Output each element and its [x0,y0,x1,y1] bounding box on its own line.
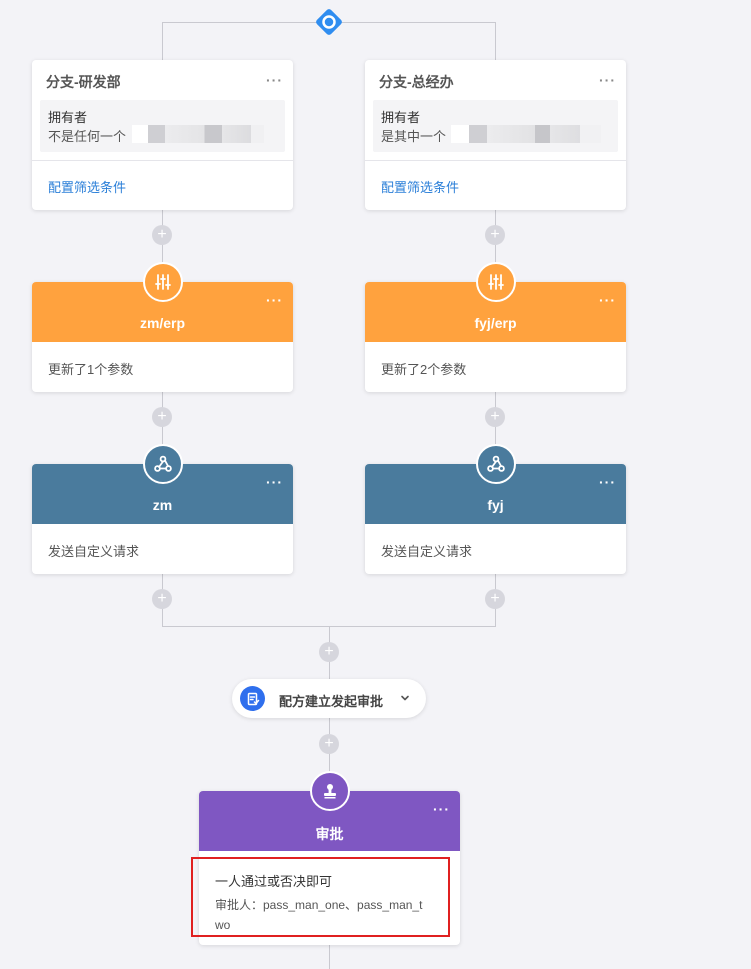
form-document-icon [240,686,265,711]
highlight-annotation [191,857,450,937]
more-options-button[interactable]: ··· [266,475,283,489]
trigger-node-pill[interactable]: 配方建立发起审批 [232,679,426,718]
stamp-icon [310,771,350,811]
webhook-icon [476,444,516,484]
node-title: zm [152,497,173,513]
divider [365,160,626,161]
divider [32,160,293,161]
condition-diamond-icon[interactable] [315,8,343,36]
add-node-button[interactable]: + [152,589,172,609]
node-title: fyj [487,497,504,513]
node-title: zm/erp [139,315,186,331]
add-node-button[interactable]: + [485,225,505,245]
add-node-button[interactable]: + [319,734,339,754]
trigger-label: 配方建立发起审批 [279,694,384,709]
left-branch-top-line [162,22,163,60]
branch-condition-card[interactable]: 分支-研发部 ··· 拥有者 不是任何一个 配置筛选条件 [32,60,293,210]
condition-summary: 拥有者 是其中一个 [373,100,618,152]
condition-operator: 不是任何一个 [48,129,127,144]
more-options-button[interactable]: ··· [599,475,616,489]
more-options-button[interactable]: ··· [433,802,450,816]
add-node-button[interactable]: + [152,407,172,427]
more-options-button[interactable]: ··· [266,73,283,87]
node-summary: 更新了1个参数 [48,362,134,377]
condition-field-label: 拥有者 [48,110,88,125]
redacted-value [132,125,264,143]
condition-summary: 拥有者 不是任何一个 [40,100,285,152]
node-summary: 更新了2个参数 [381,362,467,377]
node-title: fyj/erp [474,315,517,331]
branch-title: 分支-研发部 [46,74,121,90]
right-branch-top-line [495,22,496,60]
more-options-button[interactable]: ··· [599,293,616,307]
more-options-button[interactable]: ··· [599,73,616,87]
add-node-button[interactable]: + [485,589,505,609]
add-node-button[interactable]: + [152,225,172,245]
branch-condition-card[interactable]: 分支-总经办 ··· 拥有者 是其中一个 配置筛选条件 [365,60,626,210]
condition-operator: 是其中一个 [381,129,447,144]
sliders-icon [143,262,183,302]
webhook-icon [143,444,183,484]
condition-field-label: 拥有者 [381,110,421,125]
configure-filter-link[interactable]: 配置筛选条件 [48,177,126,196]
add-node-button[interactable]: + [319,642,339,662]
node-summary: 发送自定义请求 [48,544,140,559]
more-options-button[interactable]: ··· [266,293,283,307]
node-summary: 发送自定义请求 [381,544,473,559]
add-node-button[interactable]: + [485,407,505,427]
configure-filter-link[interactable]: 配置筛选条件 [381,177,459,196]
node-title: 审批 [315,826,344,842]
chevron-down-icon[interactable] [399,691,411,709]
branch-title: 分支-总经办 [379,74,454,90]
redacted-value [451,125,601,143]
sliders-icon [476,262,516,302]
